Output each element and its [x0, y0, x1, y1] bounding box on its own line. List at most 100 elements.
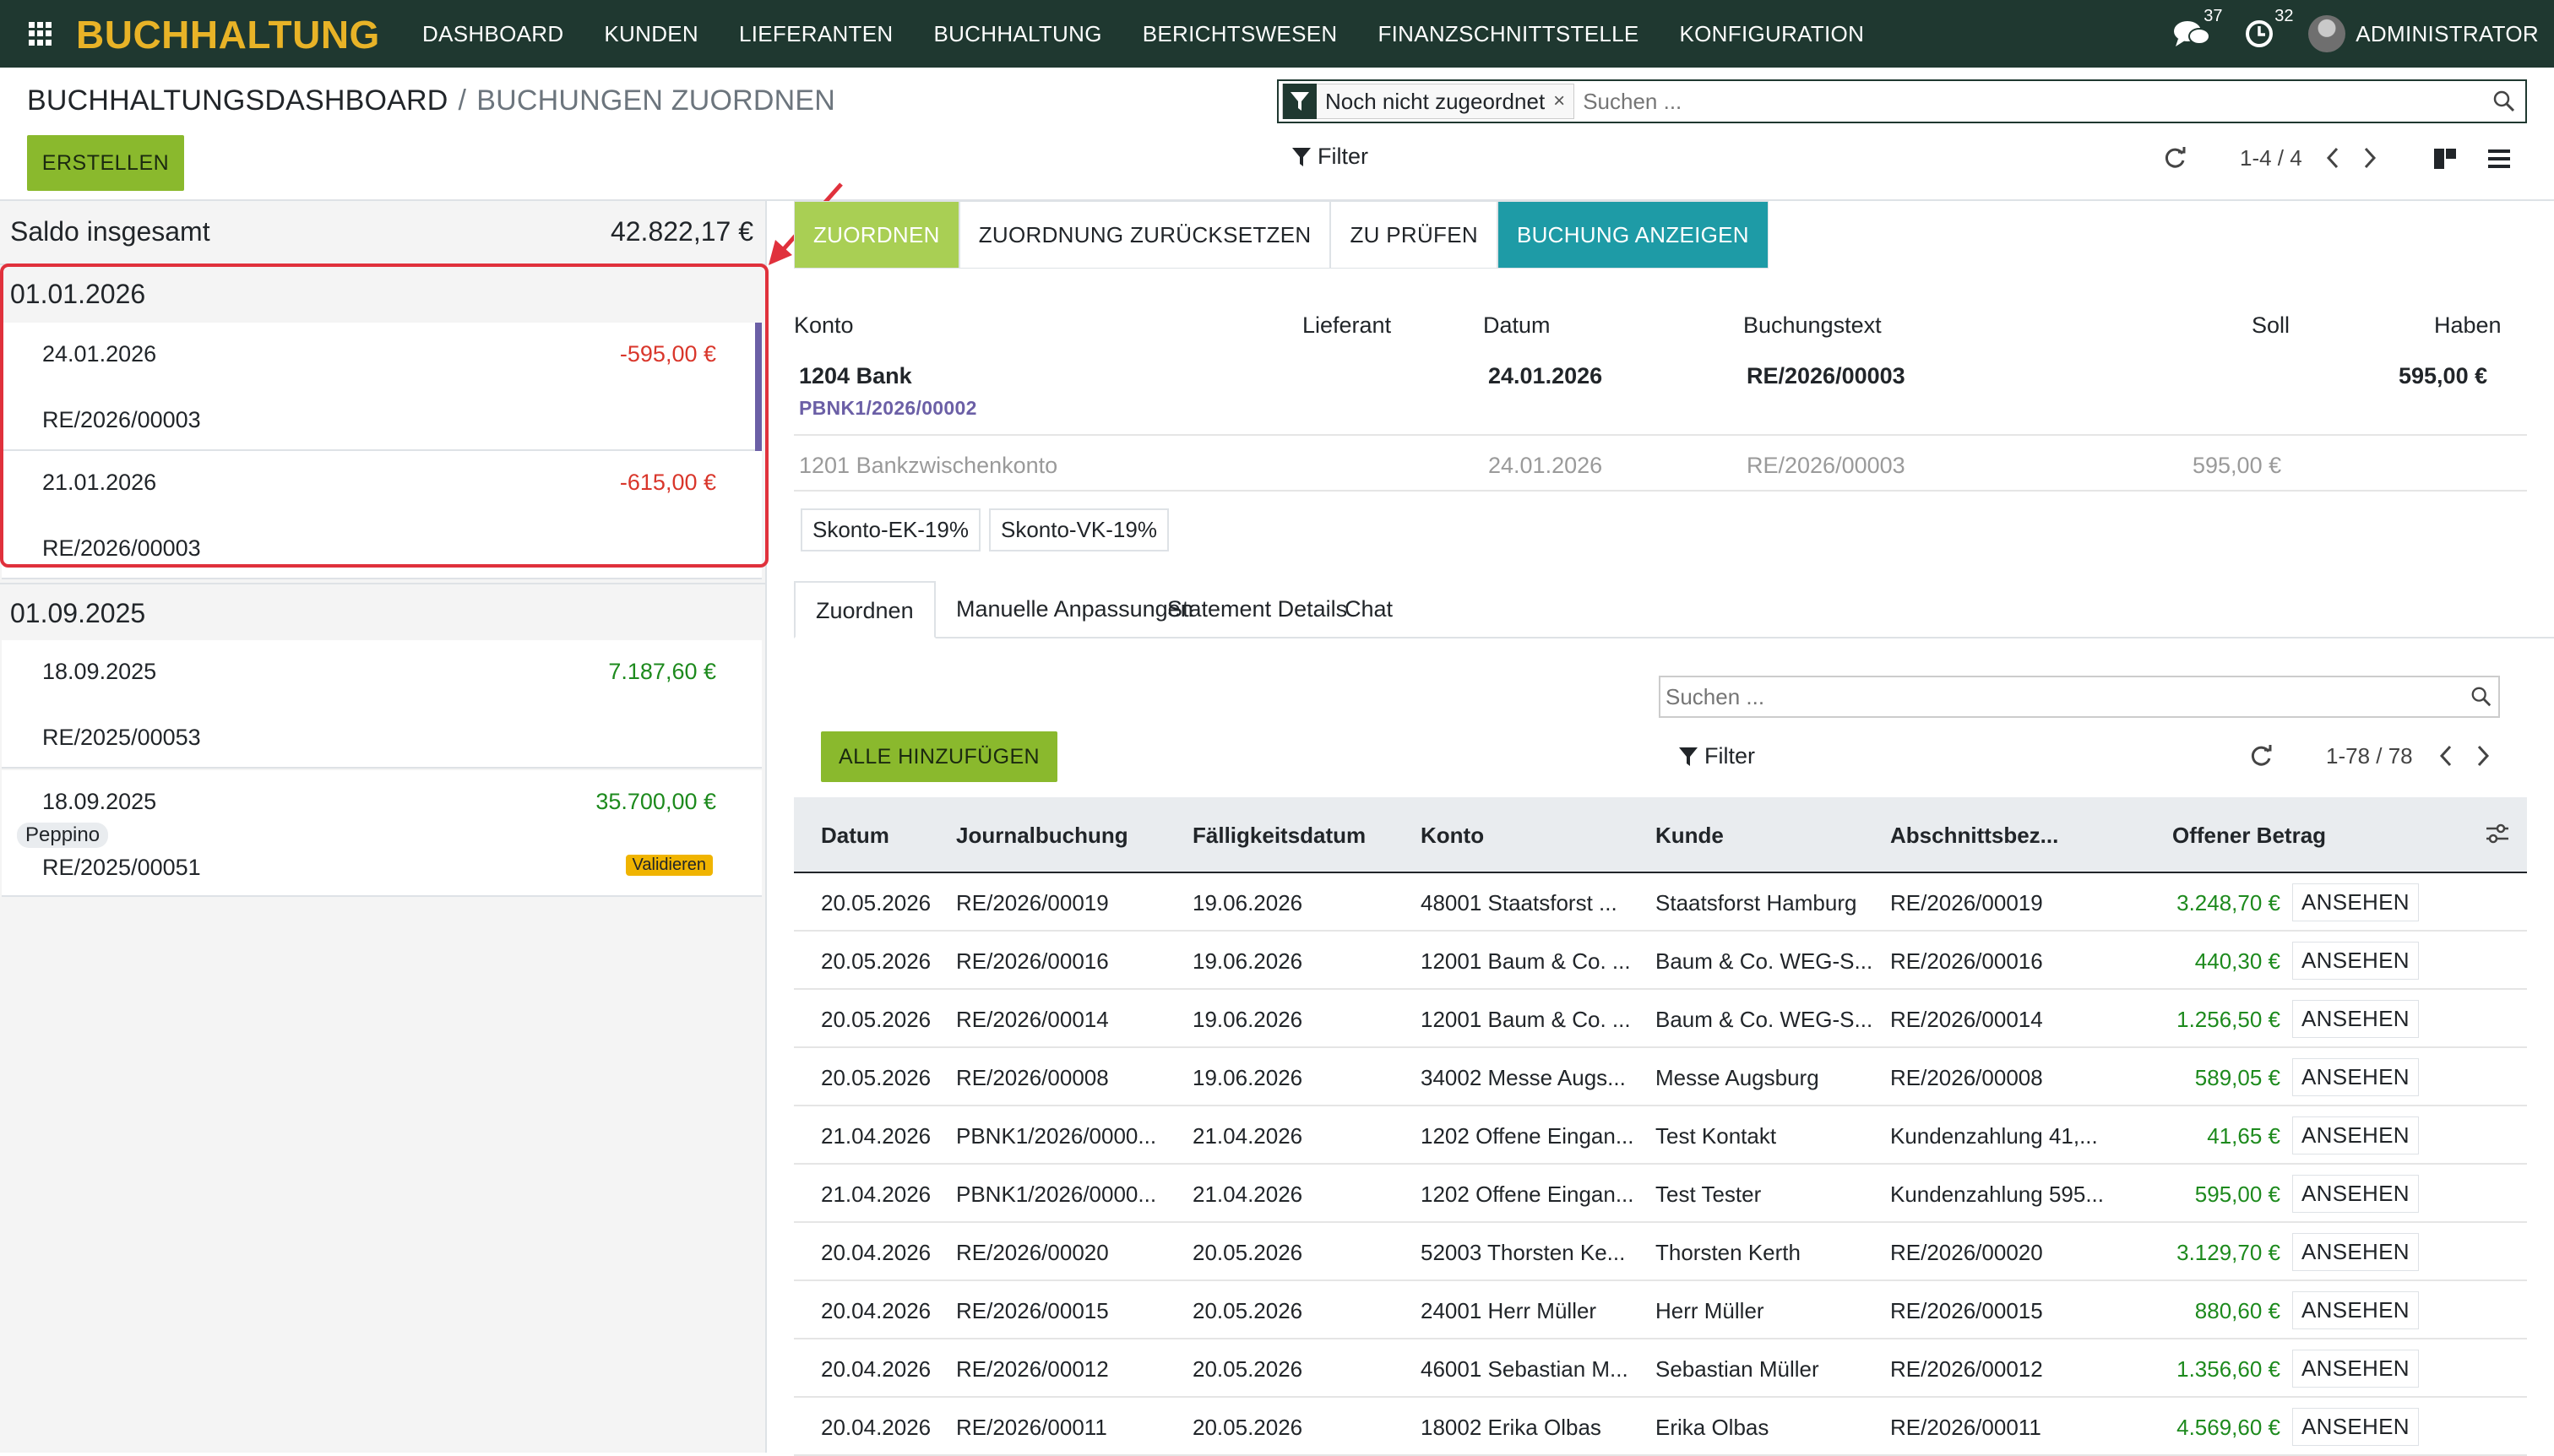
match-search-input[interactable]: [1660, 683, 2464, 710]
header-abschnittsbezeichnung[interactable]: Abschnittsbez...: [1890, 823, 2058, 849]
header-journalbuchung[interactable]: Journalbuchung: [956, 823, 1128, 849]
search-input[interactable]: [1574, 88, 2483, 115]
statement-line-card[interactable]: 18.09.2025 35.700,00 € Peppino RE/2025/0…: [2, 770, 762, 897]
match-pager-next-icon[interactable]: [2475, 743, 2492, 773]
view-entry-button[interactable]: ANSEHEN: [2292, 1233, 2419, 1271]
pager-next-icon[interactable]: [2361, 145, 2378, 175]
menu-dashboard[interactable]: DASHBOARD: [422, 21, 563, 47]
menu-kunden[interactable]: KUNDEN: [604, 21, 698, 47]
match-refresh-icon[interactable]: [2248, 743, 2274, 773]
match-pager-value[interactable]: 1-78 / 78: [2326, 743, 2413, 769]
cell-konto: 1202 Offene Eingan...: [1421, 1123, 1634, 1149]
statement-line-card[interactable]: 18.09.2025 7.187,60 € RE/2025/00053: [2, 640, 762, 769]
apps-grid-icon[interactable]: [29, 22, 52, 46]
cell-abschnittsbezeichnung: Kundenzahlung 41,...: [1890, 1123, 2098, 1149]
filter-button[interactable]: Filter: [1291, 144, 1368, 170]
tab-chat[interactable]: Chat: [1324, 581, 1413, 638]
counter-buchungstext: RE/2026/00003: [1747, 453, 1905, 478]
model-skonto-vk-button[interactable]: Skonto-VK-19%: [988, 508, 1169, 551]
header-datum[interactable]: Datum: [821, 823, 889, 849]
create-button[interactable]: ERSTELLEN: [27, 135, 184, 191]
cell-faelligkeitsdatum: 19.06.2026: [1193, 948, 1303, 974]
view-entry-button[interactable]: ANSEHEN: [2292, 1116, 2419, 1154]
add-all-button[interactable]: ALLE HINZUFÜGEN: [821, 731, 1057, 782]
validate-badge[interactable]: Validieren: [625, 855, 713, 876]
cell-journalbuchung: RE/2026/00008: [956, 1065, 1109, 1090]
breadcrumb-root[interactable]: BUCHHALTUNGSDASHBOARD: [27, 84, 448, 117]
view-entry-button[interactable]: ANSEHEN: [2292, 942, 2419, 980]
view-entry-button[interactable]: ANSEHEN: [2292, 1291, 2419, 1329]
cell-konto: 18002 Erika Olbas: [1421, 1415, 1601, 1440]
to-review-button[interactable]: ZU PRÜFEN: [1330, 201, 1497, 269]
filter-icon: [1292, 147, 1311, 166]
table-row[interactable]: 20.04.2026 RE/2026/00015 20.05.2026 24001 H…: [794, 1281, 2527, 1339]
statement-main-line[interactable]: 1204 Bank PBNK1/2026/00002 24.01.2026 RE…: [794, 355, 2527, 436]
show-entry-button[interactable]: BUCHUNG ANZEIGEN: [1497, 201, 1769, 269]
user-menu[interactable]: ADMINISTRATOR: [2356, 21, 2539, 47]
table-row[interactable]: 20.05.2026 RE/2026/00014 19.06.2026 12001 B…: [794, 990, 2527, 1048]
table-row[interactable]: 21.04.2026 PBNK1/2026/0000... 21.04.2026 12…: [794, 1165, 2527, 1223]
cell-faelligkeitsdatum: 21.04.2026: [1193, 1182, 1303, 1207]
messages-button[interactable]: 37: [2173, 7, 2223, 49]
header-kunde[interactable]: Kunde: [1655, 823, 1724, 849]
refresh-icon[interactable]: [2162, 145, 2187, 175]
pager-previous-icon[interactable]: [2324, 145, 2341, 175]
main-menu: DASHBOARD KUNDEN LIEFERANTEN BUCHHALTUNG…: [422, 0, 1905, 68]
model-skonto-ek-button[interactable]: Skonto-EK-19%: [801, 508, 981, 551]
line-reference: RE/2025/00053: [42, 725, 201, 750]
reset-assignment-button[interactable]: ZUORDNUNG ZURÜCKSETZEN: [959, 201, 1331, 269]
pager-value[interactable]: 1-4 / 4: [2240, 145, 2302, 171]
table-row[interactable]: 20.04.2026 RE/2026/00011 20.05.2026 18002 E…: [794, 1398, 2527, 1456]
header-faelligkeitsdatum[interactable]: Fälligkeitsdatum: [1193, 823, 1366, 849]
view-entry-button[interactable]: ANSEHEN: [2292, 1000, 2419, 1038]
header-konto[interactable]: Konto: [1421, 823, 1484, 849]
facet-remove-icon[interactable]: ×: [1553, 90, 1565, 113]
list-view-icon[interactable]: [2486, 147, 2512, 175]
table-row[interactable]: 21.04.2026 PBNK1/2026/0000... 21.04.2026 12…: [794, 1106, 2527, 1165]
search-facet: Noch nicht zugeordnet ×: [1282, 84, 1575, 119]
table-row[interactable]: 20.04.2026 RE/2026/00012 20.05.2026 46001 S…: [794, 1339, 2527, 1398]
line-date: 18.09.2025: [42, 789, 157, 814]
column-settings-icon[interactable]: [2485, 823, 2510, 845]
cell-journalbuchung: RE/2026/00016: [956, 948, 1109, 974]
view-entry-button[interactable]: ANSEHEN: [2292, 883, 2419, 921]
line-amount: 35.700,00 €: [595, 789, 716, 814]
activities-count-badge: 32: [2274, 7, 2294, 25]
view-entry-button[interactable]: ANSEHEN: [2292, 1058, 2419, 1096]
menu-lieferanten[interactable]: LIEFERANTEN: [739, 21, 893, 47]
statement-counterpart-line[interactable]: 1201 Bankzwischenkonto 24.01.2026 RE/202…: [794, 439, 2527, 492]
activities-button[interactable]: 32: [2244, 7, 2294, 49]
search-icon[interactable]: [2483, 90, 2525, 113]
tab-zuordnen[interactable]: Zuordnen: [794, 581, 936, 638]
header-offener-betrag[interactable]: Offener Betrag: [2172, 823, 2326, 849]
table-row[interactable]: 20.05.2026 RE/2026/00019 19.06.2026 48001 S…: [794, 873, 2527, 932]
breadcrumb-current: BUCHUNGEN ZUORDNEN: [476, 84, 836, 117]
menu-finanzschnittstelle[interactable]: FINANZSCHNITTSTELLE: [1378, 21, 1638, 47]
match-pager-previous-icon[interactable]: [2437, 743, 2454, 773]
line-reference: RE/2025/00051: [42, 855, 201, 880]
cell-journalbuchung: RE/2026/00015: [956, 1298, 1109, 1323]
match-filter-button[interactable]: Filter: [1677, 743, 1755, 769]
menu-berichtswesen[interactable]: BERICHTSWESEN: [1143, 21, 1338, 47]
app-brand[interactable]: BUCHHALTUNG: [76, 12, 380, 57]
assign-button[interactable]: ZUORDNEN: [794, 201, 959, 269]
menu-konfiguration[interactable]: KONFIGURATION: [1680, 21, 1865, 47]
breadcrumb: BUCHHALTUNGSDASHBOARD / BUCHUNGEN ZUORDNEN: [27, 84, 835, 117]
group-header[interactable]: 01.09.2025: [0, 583, 765, 642]
cell-offener-betrag: 41,65 €: [2207, 1123, 2280, 1149]
table-row[interactable]: 20.05.2026 RE/2026/00008 19.06.2026 34002 M…: [794, 1048, 2527, 1106]
view-entry-button[interactable]: ANSEHEN: [2292, 1408, 2419, 1446]
match-search-icon[interactable]: [2464, 686, 2498, 708]
menu-buchhaltung[interactable]: BUCHHALTUNG: [933, 21, 1101, 47]
view-entry-button[interactable]: ANSEHEN: [2292, 1175, 2419, 1213]
kanban-view-icon[interactable]: [2432, 147, 2458, 175]
view-entry-button[interactable]: ANSEHEN: [2292, 1350, 2419, 1388]
column-haben: Haben: [2434, 312, 2502, 338]
table-row[interactable]: 20.04.2026 RE/2026/00020 20.05.2026 52003 T…: [794, 1223, 2527, 1281]
cell-konto: 1202 Offene Eingan...: [1421, 1182, 1634, 1207]
counter-datum: 24.01.2026: [1488, 453, 1603, 478]
detail-tabs: Zuordnen Manuelle Anpassungen Statement …: [794, 581, 2554, 638]
table-row[interactable]: 20.05.2026 RE/2026/00016 19.06.2026 12001 B…: [794, 932, 2527, 990]
user-avatar[interactable]: [2308, 15, 2346, 52]
facet-label: Noch nicht zugeordnet: [1325, 88, 1546, 114]
